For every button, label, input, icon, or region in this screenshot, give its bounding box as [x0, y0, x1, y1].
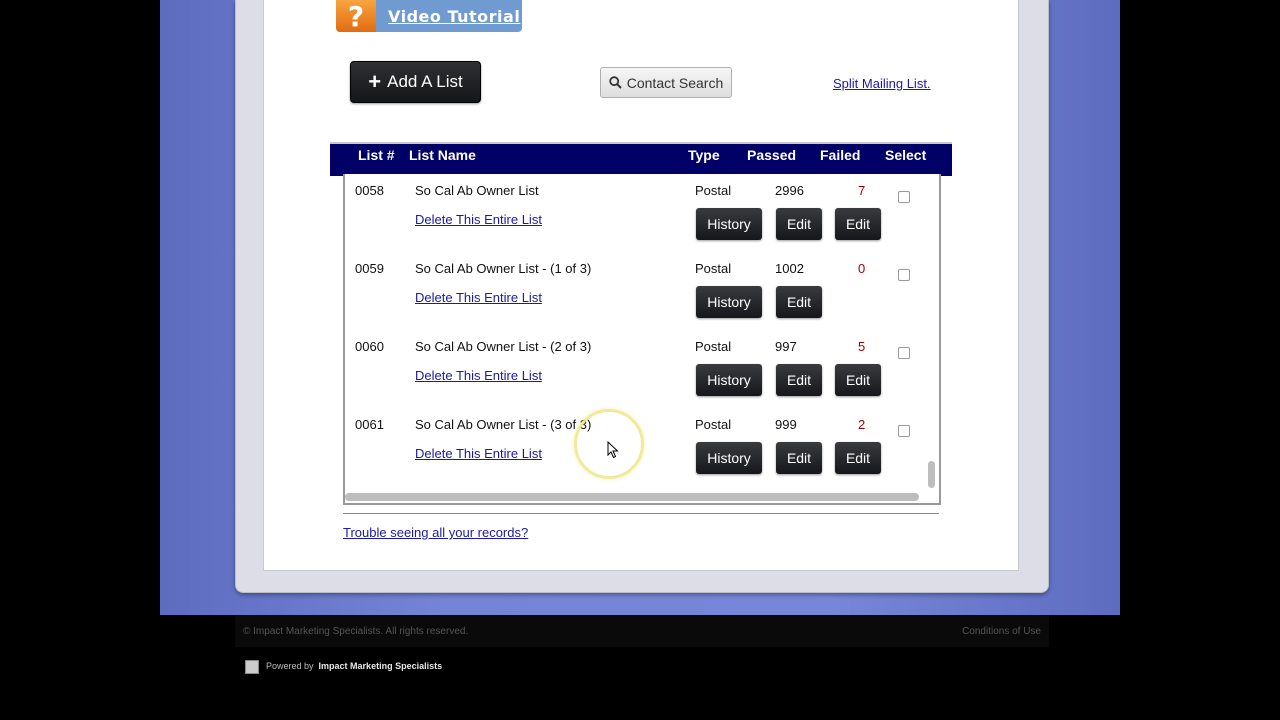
edit-passed-button[interactable]: Edit — [776, 442, 822, 474]
list-number: 0060 — [355, 339, 384, 354]
list-name: So Cal Ab Owner List — [415, 183, 539, 198]
failed-count: 7 — [858, 183, 866, 198]
list-type: Postal — [695, 261, 732, 276]
list-number: 0059 — [355, 261, 384, 276]
passed-count: 2996 — [775, 183, 804, 198]
mouse-cursor-icon — [607, 441, 619, 459]
vertical-scroll-thumb[interactable] — [928, 461, 935, 488]
passed-count: 997 — [775, 339, 797, 354]
powered-by-text: Powered by Impact Marketing Specialists — [266, 661, 443, 671]
header-select: Select — [885, 147, 927, 163]
failed-count: 5 — [858, 339, 866, 354]
list-number: 0058 — [355, 183, 384, 198]
contact-search-button[interactable]: Contact Search — [600, 67, 732, 98]
powered-by-company: Impact Marketing Specialists — [318, 661, 443, 671]
edit-passed-button[interactable]: Edit — [776, 208, 822, 240]
copyright-text: © Impact Marketing Specialists. All righ… — [243, 626, 469, 637]
table-row: 0059 So Cal Ab Owner List - (1 of 3) Del… — [345, 261, 925, 339]
contact-search-label: Contact Search — [626, 74, 724, 91]
divider — [343, 513, 939, 514]
select-checkbox[interactable] — [898, 425, 910, 437]
split-mailing-list-link[interactable]: Split Mailing List. — [833, 76, 931, 91]
table-row: 0060 So Cal Ab Owner List - (2 of 3) Del… — [345, 339, 925, 417]
edit-failed-button[interactable]: Edit — [835, 364, 881, 396]
list-number: 0061 — [355, 417, 384, 432]
history-button[interactable]: History — [696, 442, 762, 474]
table-row: 0058 So Cal Ab Owner List Delete This En… — [345, 183, 925, 261]
failed-count: 0 — [858, 261, 866, 276]
header-list-number: List # — [358, 147, 395, 163]
list-type: Postal — [695, 417, 732, 432]
footer-bar: © Impact Marketing Specialists. All righ… — [235, 615, 1049, 647]
grid-header: List # List Name Type Passed Failed Sele… — [330, 142, 952, 176]
history-button[interactable]: History — [696, 208, 762, 240]
list-name: So Cal Ab Owner List - (1 of 3) — [415, 261, 592, 276]
edit-passed-button[interactable]: Edit — [776, 286, 822, 318]
question-icon: ? — [336, 0, 376, 33]
edit-passed-button[interactable]: Edit — [776, 364, 822, 396]
passed-count: 999 — [775, 417, 797, 432]
passed-count: 1002 — [775, 261, 804, 276]
powered-by-bar: Powered by Impact Marketing Specialists — [235, 647, 1049, 687]
delete-list-link[interactable]: Delete This Entire List — [415, 368, 542, 383]
search-icon — [609, 76, 622, 89]
vertical-scrollbar[interactable] — [926, 174, 936, 494]
screen: ? Video Tutorial + Add A List Contact Se… — [160, 0, 1120, 720]
plus-icon: + — [368, 69, 382, 94]
history-button[interactable]: History — [696, 364, 762, 396]
select-checkbox[interactable] — [898, 269, 910, 281]
delete-list-link[interactable]: Delete This Entire List — [415, 290, 542, 305]
select-checkbox[interactable] — [898, 347, 910, 359]
list-name: So Cal Ab Owner List - (2 of 3) — [415, 339, 592, 354]
add-list-label: Add A List — [387, 72, 463, 91]
header-passed: Passed — [747, 147, 797, 163]
trouble-seeing-records-link[interactable]: Trouble seeing all your records? — [343, 525, 528, 540]
video-tutorial-label: Video Tutorial — [388, 6, 521, 26]
list-type: Postal — [695, 339, 732, 354]
edit-failed-button[interactable]: Edit — [835, 208, 881, 240]
delete-list-link[interactable]: Delete This Entire List — [415, 212, 542, 227]
header-type: Type — [688, 147, 720, 163]
header-failed: Failed — [820, 147, 861, 163]
conditions-of-use-link[interactable]: Conditions of Use — [962, 626, 1041, 637]
select-checkbox[interactable] — [898, 191, 910, 203]
list-name: So Cal Ab Owner List - (3 of 3) — [415, 417, 592, 432]
list-type: Postal — [695, 183, 732, 198]
history-button[interactable]: History — [696, 286, 762, 318]
video-tutorial-button[interactable]: ? Video Tutorial — [336, 0, 522, 33]
delete-list-link[interactable]: Delete This Entire List — [415, 446, 542, 461]
add-list-button[interactable]: + Add A List — [350, 61, 481, 103]
edit-failed-button[interactable]: Edit — [835, 442, 881, 474]
company-logo-icon — [245, 660, 259, 674]
header-list-name: List Name — [409, 147, 476, 163]
horizontal-scrollbar[interactable] — [345, 493, 919, 501]
failed-count: 2 — [858, 417, 866, 432]
